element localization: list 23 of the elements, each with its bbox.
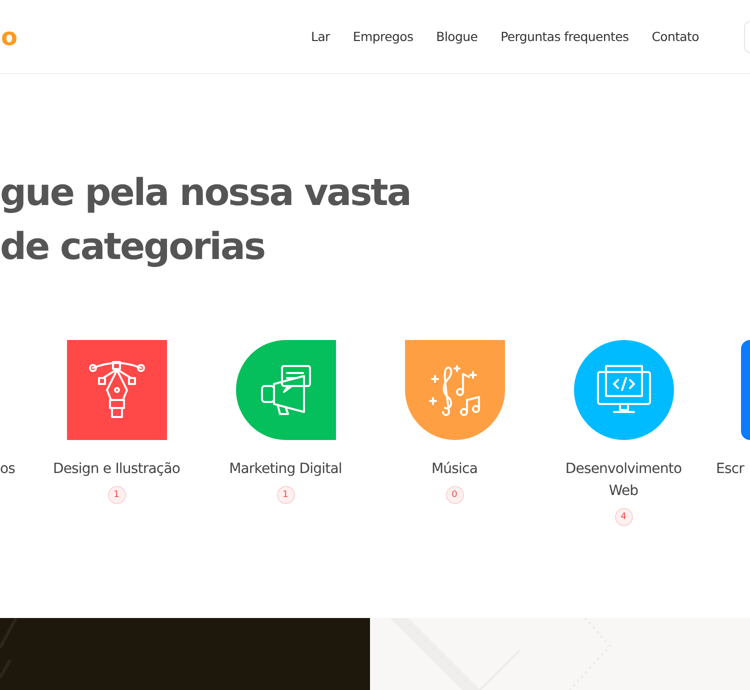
category-tile[interactable]	[66, 340, 166, 440]
category-tile[interactable]	[236, 340, 336, 440]
count-badge: 1	[276, 486, 294, 504]
pen-tool-icon	[88, 360, 144, 420]
count-badge: 1	[108, 486, 126, 504]
nav-link[interactable]: Perguntas frequentes	[500, 29, 629, 44]
nav-link[interactable]: Blogue	[436, 29, 478, 44]
nav-link[interactable]: Lar	[311, 29, 330, 44]
section-heading: de categorias	[0, 224, 266, 270]
count-badge: 4	[614, 508, 632, 526]
nav-link[interactable]: Empregos	[352, 29, 414, 44]
nav-link[interactable]: Contato	[652, 29, 699, 44]
category-name[interactable]: Música	[384, 458, 524, 480]
category-tile[interactable]	[741, 340, 750, 440]
count-badge: 0	[446, 486, 464, 504]
category-name[interactable]: Marketing Digital	[216, 458, 356, 480]
category-name[interactable]: Design e Ilustração	[46, 458, 186, 480]
category-name[interactable]: Escr	[716, 458, 744, 480]
category-name[interactable]: os	[0, 458, 16, 480]
music-notes-icon	[426, 362, 482, 418]
section-heading: gue pela nossa vasta	[0, 170, 412, 216]
category-name[interactable]: Desenvolvimento Web	[554, 458, 694, 502]
category-tile[interactable]	[404, 340, 504, 440]
